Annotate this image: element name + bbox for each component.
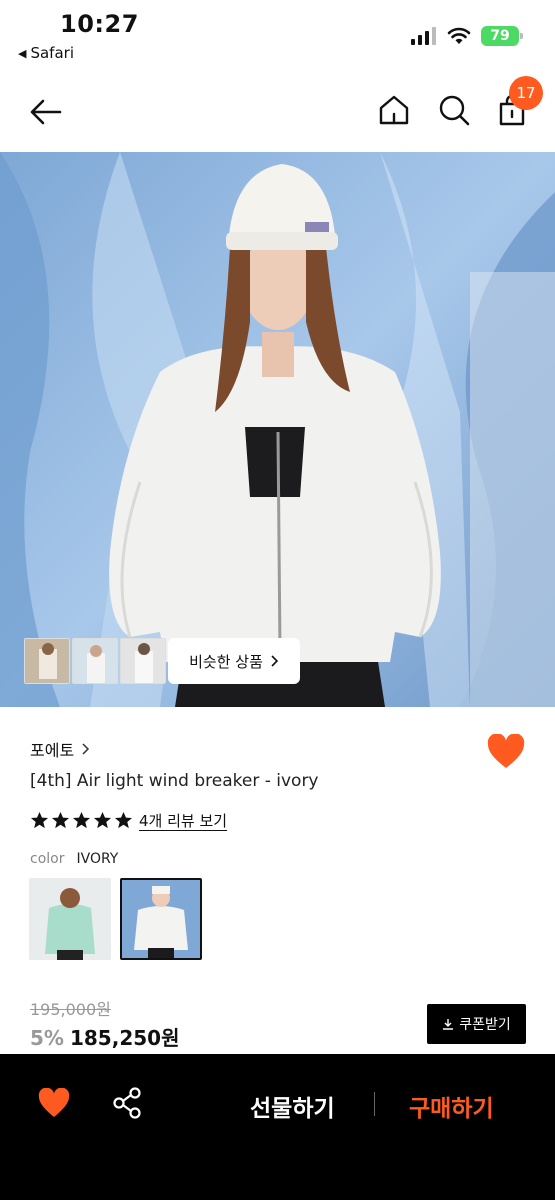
rating-row: 4개 리뷰 보기 [30,810,227,831]
discount-rate: 5% [30,1026,64,1050]
color-row: color IVORY [30,851,118,867]
product-name: [4th] Air light wind breaker - ivory [30,771,319,791]
search-icon[interactable] [436,92,472,128]
coupon-button[interactable]: 쿠폰받기 [427,1004,526,1044]
coupon-label: 쿠폰받기 [459,1017,511,1033]
cart-count-badge: 17 [509,76,543,110]
star-icon [114,811,133,829]
divider [374,1092,375,1116]
back-to-app[interactable]: ◀ Safari [18,44,74,62]
battery-level: 79 [490,28,510,44]
review-link[interactable]: 4개 리뷰 보기 [139,810,227,831]
bottom-action-bar: 선물하기 구매하기 [0,1054,555,1200]
status-time: 10:27 [60,10,139,38]
signal-icon [411,27,436,45]
star-icon [30,811,49,829]
buy-button[interactable]: 구매하기 [409,1089,494,1123]
similar-products-button[interactable]: 비슷한 상품 [168,638,300,684]
heart-icon[interactable] [487,734,525,770]
star-icon [72,811,91,829]
status-bar: 10:27 ◀ Safari 79 [0,0,555,72]
home-icon[interactable] [376,92,412,128]
gift-button[interactable]: 선물하기 [250,1089,335,1123]
back-triangle-icon: ◀ [18,46,27,60]
brand-link[interactable]: 포에토 [30,737,90,761]
color-label: color [30,851,65,867]
star-icon [93,811,112,829]
color-value: IVORY [76,851,119,867]
chevron-right-icon [271,655,279,667]
star-icon [51,811,70,829]
brand-name: 포에토 [30,741,75,760]
gallery-thumbnail[interactable] [72,638,118,684]
wifi-icon [447,27,471,44]
top-nav [0,72,555,152]
battery-indicator: 79 [481,26,523,46]
gallery-thumbnail[interactable] [24,638,70,684]
chevron-right-icon [82,743,90,755]
final-price: 185,250원 [69,1026,180,1050]
similar-products-label: 비슷한 상품 [189,652,263,671]
star-rating [30,811,133,830]
heart-icon[interactable] [38,1088,70,1118]
back-arrow-icon[interactable] [26,92,66,132]
gallery-thumbnail[interactable] [120,638,166,684]
share-icon[interactable] [112,1087,142,1119]
color-swatch-ivory[interactable] [120,878,202,960]
price-row: 5% 185,250원 [30,1022,179,1051]
product-image[interactable] [0,152,555,707]
download-icon [443,1019,454,1030]
status-icons: 79 [411,26,523,46]
color-swatch-mint[interactable] [29,878,111,960]
back-app-label: Safari [30,44,74,62]
original-price: 195,000원 [30,1000,111,1019]
